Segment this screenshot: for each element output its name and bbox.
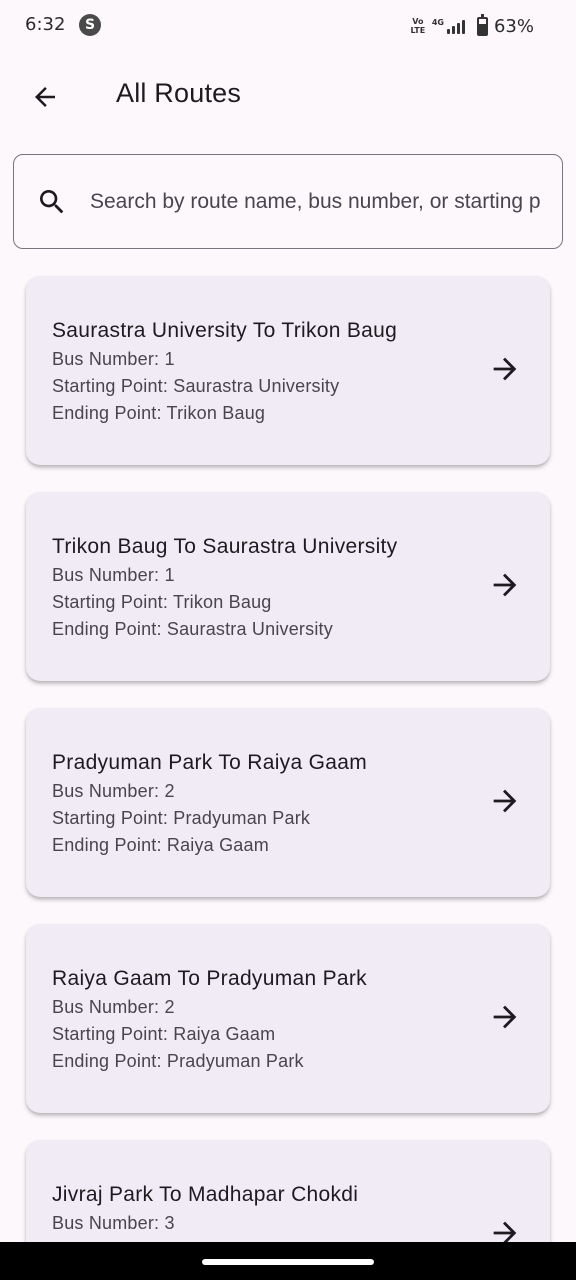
status-indicators: Vo LTE 4G 63% <box>410 13 534 38</box>
route-info: Saurastra University To Trikon Baug Bus … <box>52 316 470 427</box>
page-title: All Routes <box>116 78 242 108</box>
network-type: 4G <box>431 18 444 27</box>
route-name: Jivraj Park To Madhapar Chokdi <box>52 1183 359 1206</box>
route-starting-point: Starting Point: Pradyuman Park <box>52 808 311 828</box>
route-card[interactable]: Raiya Gaam To Pradyuman Park Bus Number:… <box>26 924 550 1113</box>
route-bus-number: Bus Number: 2 <box>52 997 175 1017</box>
route-bus-number: Bus Number: 2 <box>52 781 175 801</box>
route-ending-point: Ending Point: Pradyuman Park <box>52 1051 304 1071</box>
arrow-right-icon <box>493 573 517 597</box>
battery-icon <box>476 13 488 36</box>
route-card[interactable]: Saurastra University To Trikon Baug Bus … <box>26 276 550 465</box>
status-bar: 6:32 S Vo LTE 4G 63% <box>0 0 576 52</box>
route-starting-point: Starting Point: Raiya Gaam <box>52 1024 276 1044</box>
route-info: Trikon Baug To Saurastra University Bus … <box>52 532 470 643</box>
search-field[interactable] <box>13 154 563 249</box>
route-ending-point: Ending Point: Saurastra University <box>52 619 333 639</box>
app-bar: All Routes <box>0 52 576 140</box>
battery-fill <box>478 24 486 34</box>
app-notification-icon: S <box>79 14 101 36</box>
battery-percentage: 63% <box>493 15 534 37</box>
route-card[interactable]: Trikon Baug To Saurastra University Bus … <box>26 492 550 681</box>
search-icon <box>40 189 64 213</box>
route-info: Pradyuman Park To Raiya Gaam Bus Number:… <box>52 748 470 859</box>
route-name: Raiya Gaam To Pradyuman Park <box>52 967 367 990</box>
route-ending-point: Ending Point: Trikon Baug <box>52 403 266 423</box>
route-name: Trikon Baug To Saurastra University <box>52 535 398 558</box>
signal-bar <box>461 20 465 34</box>
arrow-right-icon <box>493 357 517 381</box>
route-card[interactable]: Pradyuman Park To Raiya Gaam Bus Number:… <box>26 708 550 897</box>
search-input[interactable] <box>90 189 540 214</box>
route-info: Raiya Gaam To Pradyuman Park Bus Number:… <box>52 964 470 1075</box>
volte-icon: Vo LTE <box>410 17 426 35</box>
route-name: Pradyuman Park To Raiya Gaam <box>52 751 367 774</box>
home-indicator[interactable] <box>202 1259 374 1265</box>
signal-bar <box>456 23 460 34</box>
status-time: 6:32 <box>25 14 66 35</box>
route-starting-point: Starting Point: Saurastra University <box>52 376 340 396</box>
route-ending-point: Ending Point: Raiya Gaam <box>52 835 269 855</box>
arrow-left-icon <box>35 87 55 107</box>
signal-icon: 4G <box>432 18 465 34</box>
route-bus-number: Bus Number: 1 <box>52 565 175 585</box>
screen: 6:32 S Vo LTE 4G 63% All Routes Search b… <box>0 0 576 1280</box>
signal-bar <box>451 26 455 34</box>
route-name: Saurastra University To Trikon Baug <box>52 319 398 342</box>
arrow-right-icon <box>493 1005 517 1029</box>
arrow-right-icon <box>493 789 517 813</box>
route-bus-number: Bus Number: 3 <box>52 1213 175 1233</box>
route-bus-number: Bus Number: 1 <box>52 349 175 369</box>
system-navigation-bar <box>0 1242 576 1280</box>
route-starting-point: Starting Point: Trikon Baug <box>52 592 272 612</box>
signal-bar <box>446 29 450 34</box>
back-button[interactable] <box>22 74 68 120</box>
